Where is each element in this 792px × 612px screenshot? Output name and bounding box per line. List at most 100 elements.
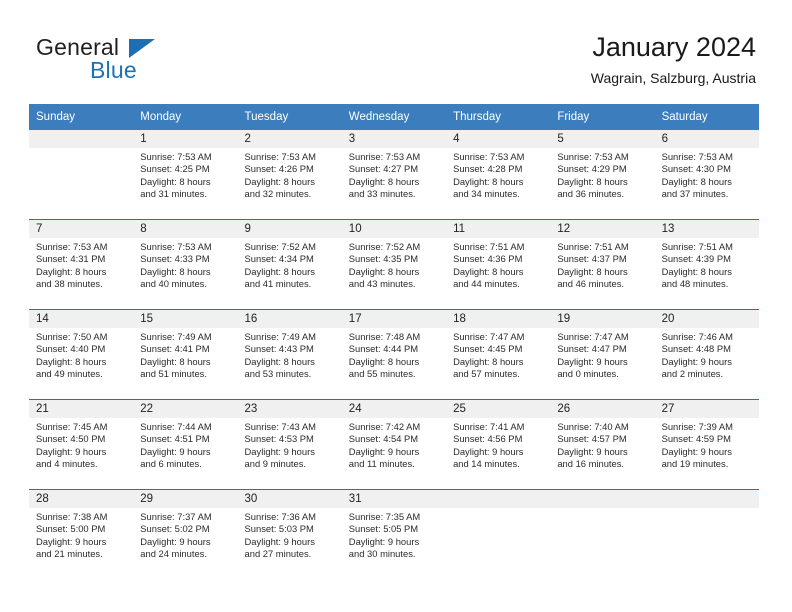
day-cell[interactable]: 16 Sunrise: 7:49 AM Sunset: 4:43 PM Dayl… — [237, 310, 342, 399]
day-cell[interactable]: 3 Sunrise: 7:53 AM Sunset: 4:27 PM Dayli… — [341, 130, 447, 219]
day-cell[interactable] — [446, 490, 551, 579]
day-cell[interactable]: 14 Sunrise: 7:50 AM Sunset: 4:40 PM Dayl… — [29, 310, 134, 399]
day-cell[interactable]: 11 Sunrise: 7:51 AM Sunset: 4:36 PM Dayl… — [446, 220, 551, 309]
daylight-text-line1: Daylight: 9 hours — [244, 535, 315, 547]
day-details: Sunrise: 7:40 AM Sunset: 4:57 PM Dayligh… — [550, 418, 654, 470]
daylight-text-line1: Daylight: 8 hours — [36, 265, 107, 277]
day-cell[interactable]: 9 Sunrise: 7:52 AM Sunset: 4:34 PM Dayli… — [237, 220, 342, 309]
day-details: Sunrise: 7:52 AM Sunset: 4:35 PM Dayligh… — [342, 238, 446, 290]
sunset-text: Sunset: 4:40 PM — [36, 343, 106, 355]
day-number — [446, 490, 551, 508]
day-number: 28 — [29, 490, 134, 508]
day-number: 24 — [341, 400, 447, 418]
day-cell[interactable]: 25 Sunrise: 7:41 AM Sunset: 4:56 PM Dayl… — [446, 400, 551, 489]
sunrise-text: Sunrise: 7:35 AM — [348, 511, 421, 522]
day-details: Sunrise: 7:49 AM Sunset: 4:43 PM Dayligh… — [238, 328, 342, 380]
daylight-text-line1: Daylight: 8 hours — [348, 265, 420, 277]
day-number: 15 — [133, 310, 238, 328]
day-cell[interactable]: 13 Sunrise: 7:51 AM Sunset: 4:39 PM Dayl… — [654, 220, 759, 309]
day-details: Sunrise: 7:39 AM Sunset: 4:59 PM Dayligh… — [655, 418, 759, 470]
day-details: Sunrise: 7:53 AM Sunset: 4:29 PM Dayligh… — [550, 148, 654, 200]
day-cell[interactable] — [654, 490, 759, 579]
sunrise-text: Sunrise: 7:48 AM — [348, 331, 421, 342]
day-number: 30 — [237, 490, 342, 508]
daylight-text-line2: and 33 minutes. — [348, 187, 416, 199]
sunrise-text: Sunrise: 7:37 AM — [140, 511, 212, 522]
day-cell[interactable]: 2 Sunrise: 7:53 AM Sunset: 4:26 PM Dayli… — [237, 130, 342, 219]
sunrise-text: Sunrise: 7:53 AM — [244, 151, 316, 162]
sunrise-text: Sunrise: 7:42 AM — [348, 421, 421, 432]
day-cell[interactable]: 24 Sunrise: 7:42 AM Sunset: 4:54 PM Dayl… — [341, 400, 447, 489]
daylight-text-line2: and 53 minutes. — [244, 367, 312, 379]
sunrise-text: Sunrise: 7:47 AM — [557, 331, 629, 342]
day-cell[interactable]: 18 Sunrise: 7:47 AM Sunset: 4:45 PM Dayl… — [446, 310, 551, 399]
daylight-text-line2: and 37 minutes. — [661, 187, 729, 199]
day-cell[interactable] — [29, 130, 134, 219]
day-cell[interactable]: 1 Sunrise: 7:53 AM Sunset: 4:25 PM Dayli… — [133, 130, 238, 219]
daylight-text-line1: Daylight: 9 hours — [140, 535, 211, 547]
day-cell[interactable]: 5 Sunrise: 7:53 AM Sunset: 4:29 PM Dayli… — [550, 130, 655, 219]
day-cell[interactable]: 28 Sunrise: 7:38 AM Sunset: 5:00 PM Dayl… — [29, 490, 134, 579]
daylight-text-line1: Daylight: 9 hours — [348, 535, 420, 547]
sunset-text: Sunset: 4:59 PM — [661, 433, 731, 445]
day-cell[interactable]: 29 Sunrise: 7:37 AM Sunset: 5:02 PM Dayl… — [133, 490, 238, 579]
sunrise-text: Sunrise: 7:41 AM — [453, 421, 525, 432]
day-cell[interactable]: 27 Sunrise: 7:39 AM Sunset: 4:59 PM Dayl… — [654, 400, 759, 489]
day-cell[interactable]: 15 Sunrise: 7:49 AM Sunset: 4:41 PM Dayl… — [133, 310, 238, 399]
sunset-text: Sunset: 4:27 PM — [348, 163, 419, 175]
day-details: Sunrise: 7:53 AM Sunset: 4:28 PM Dayligh… — [446, 148, 550, 200]
day-details: Sunrise: 7:38 AM Sunset: 5:00 PM Dayligh… — [29, 508, 133, 560]
daylight-text-line2: and 36 minutes. — [557, 187, 625, 199]
sunrise-text: Sunrise: 7:46 AM — [661, 331, 733, 342]
day-cell[interactable]: 7 Sunrise: 7:53 AM Sunset: 4:31 PM Dayli… — [29, 220, 134, 309]
day-cell[interactable]: 10 Sunrise: 7:52 AM Sunset: 4:35 PM Dayl… — [341, 220, 447, 309]
sunset-text: Sunset: 4:41 PM — [140, 343, 210, 355]
daylight-text-line2: and 16 minutes. — [557, 457, 625, 469]
daylight-text-line1: Daylight: 8 hours — [244, 355, 315, 367]
sunset-text: Sunset: 4:29 PM — [557, 163, 627, 175]
daylight-text-line2: and 51 minutes. — [140, 367, 207, 379]
page-title: January 2024 — [592, 32, 756, 62]
sunset-text: Sunset: 4:35 PM — [348, 253, 419, 265]
daylight-text-line1: Daylight: 8 hours — [244, 175, 315, 187]
daylight-text-line1: Daylight: 9 hours — [557, 445, 628, 457]
daylight-text-line2: and 30 minutes. — [348, 547, 416, 559]
day-cell[interactable]: 22 Sunrise: 7:44 AM Sunset: 4:51 PM Dayl… — [133, 400, 238, 489]
day-details: Sunrise: 7:47 AM Sunset: 4:47 PM Dayligh… — [550, 328, 654, 380]
daylight-text-line2: and 4 minutes. — [36, 457, 98, 469]
day-details: Sunrise: 7:41 AM Sunset: 4:56 PM Dayligh… — [446, 418, 550, 470]
daylight-text-line2: and 19 minutes. — [661, 457, 729, 469]
weekday-header-tuesday: Tuesday — [244, 111, 289, 123]
daylight-text-line2: and 49 minutes. — [36, 367, 103, 379]
day-number — [654, 490, 759, 508]
daylight-text-line1: Daylight: 8 hours — [140, 175, 211, 187]
day-cell[interactable]: 30 Sunrise: 7:36 AM Sunset: 5:03 PM Dayl… — [237, 490, 342, 579]
day-cell[interactable]: 6 Sunrise: 7:53 AM Sunset: 4:30 PM Dayli… — [654, 130, 759, 219]
day-cell[interactable]: 19 Sunrise: 7:47 AM Sunset: 4:47 PM Dayl… — [550, 310, 655, 399]
day-cell[interactable]: 21 Sunrise: 7:45 AM Sunset: 4:50 PM Dayl… — [29, 400, 134, 489]
daylight-text-line2: and 24 minutes. — [140, 547, 207, 559]
day-cell[interactable]: 17 Sunrise: 7:48 AM Sunset: 4:44 PM Dayl… — [341, 310, 447, 399]
day-cell[interactable] — [550, 490, 655, 579]
day-details: Sunrise: 7:51 AM Sunset: 4:39 PM Dayligh… — [655, 238, 759, 290]
day-cell[interactable]: 12 Sunrise: 7:51 AM Sunset: 4:37 PM Dayl… — [550, 220, 655, 309]
sunset-text: Sunset: 4:50 PM — [36, 433, 106, 445]
day-cell[interactable]: 26 Sunrise: 7:40 AM Sunset: 4:57 PM Dayl… — [550, 400, 655, 489]
day-cell[interactable]: 20 Sunrise: 7:46 AM Sunset: 4:48 PM Dayl… — [654, 310, 759, 399]
sunset-text: Sunset: 4:51 PM — [140, 433, 210, 445]
weekday-header-sunday: Sunday — [36, 111, 76, 123]
daylight-text-line2: and 11 minutes. — [348, 457, 415, 469]
day-number: 16 — [237, 310, 342, 328]
day-cell[interactable]: 23 Sunrise: 7:43 AM Sunset: 4:53 PM Dayl… — [237, 400, 342, 489]
day-cell[interactable]: 31 Sunrise: 7:35 AM Sunset: 5:05 PM Dayl… — [341, 490, 447, 579]
general-blue-logo[interactable]: General Blue — [36, 34, 276, 90]
daylight-text-line1: Daylight: 9 hours — [36, 445, 107, 457]
day-cell[interactable]: 8 Sunrise: 7:53 AM Sunset: 4:33 PM Dayli… — [133, 220, 238, 309]
day-details: Sunrise: 7:47 AM Sunset: 4:45 PM Dayligh… — [446, 328, 550, 380]
sunrise-text: Sunrise: 7:53 AM — [36, 241, 108, 252]
sunset-text: Sunset: 4:43 PM — [244, 343, 314, 355]
sunrise-text: Sunrise: 7:47 AM — [453, 331, 525, 342]
day-cell[interactable]: 4 Sunrise: 7:53 AM Sunset: 4:28 PM Dayli… — [446, 130, 551, 219]
daylight-text-line1: Daylight: 8 hours — [661, 265, 732, 277]
day-number: 21 — [29, 400, 134, 418]
